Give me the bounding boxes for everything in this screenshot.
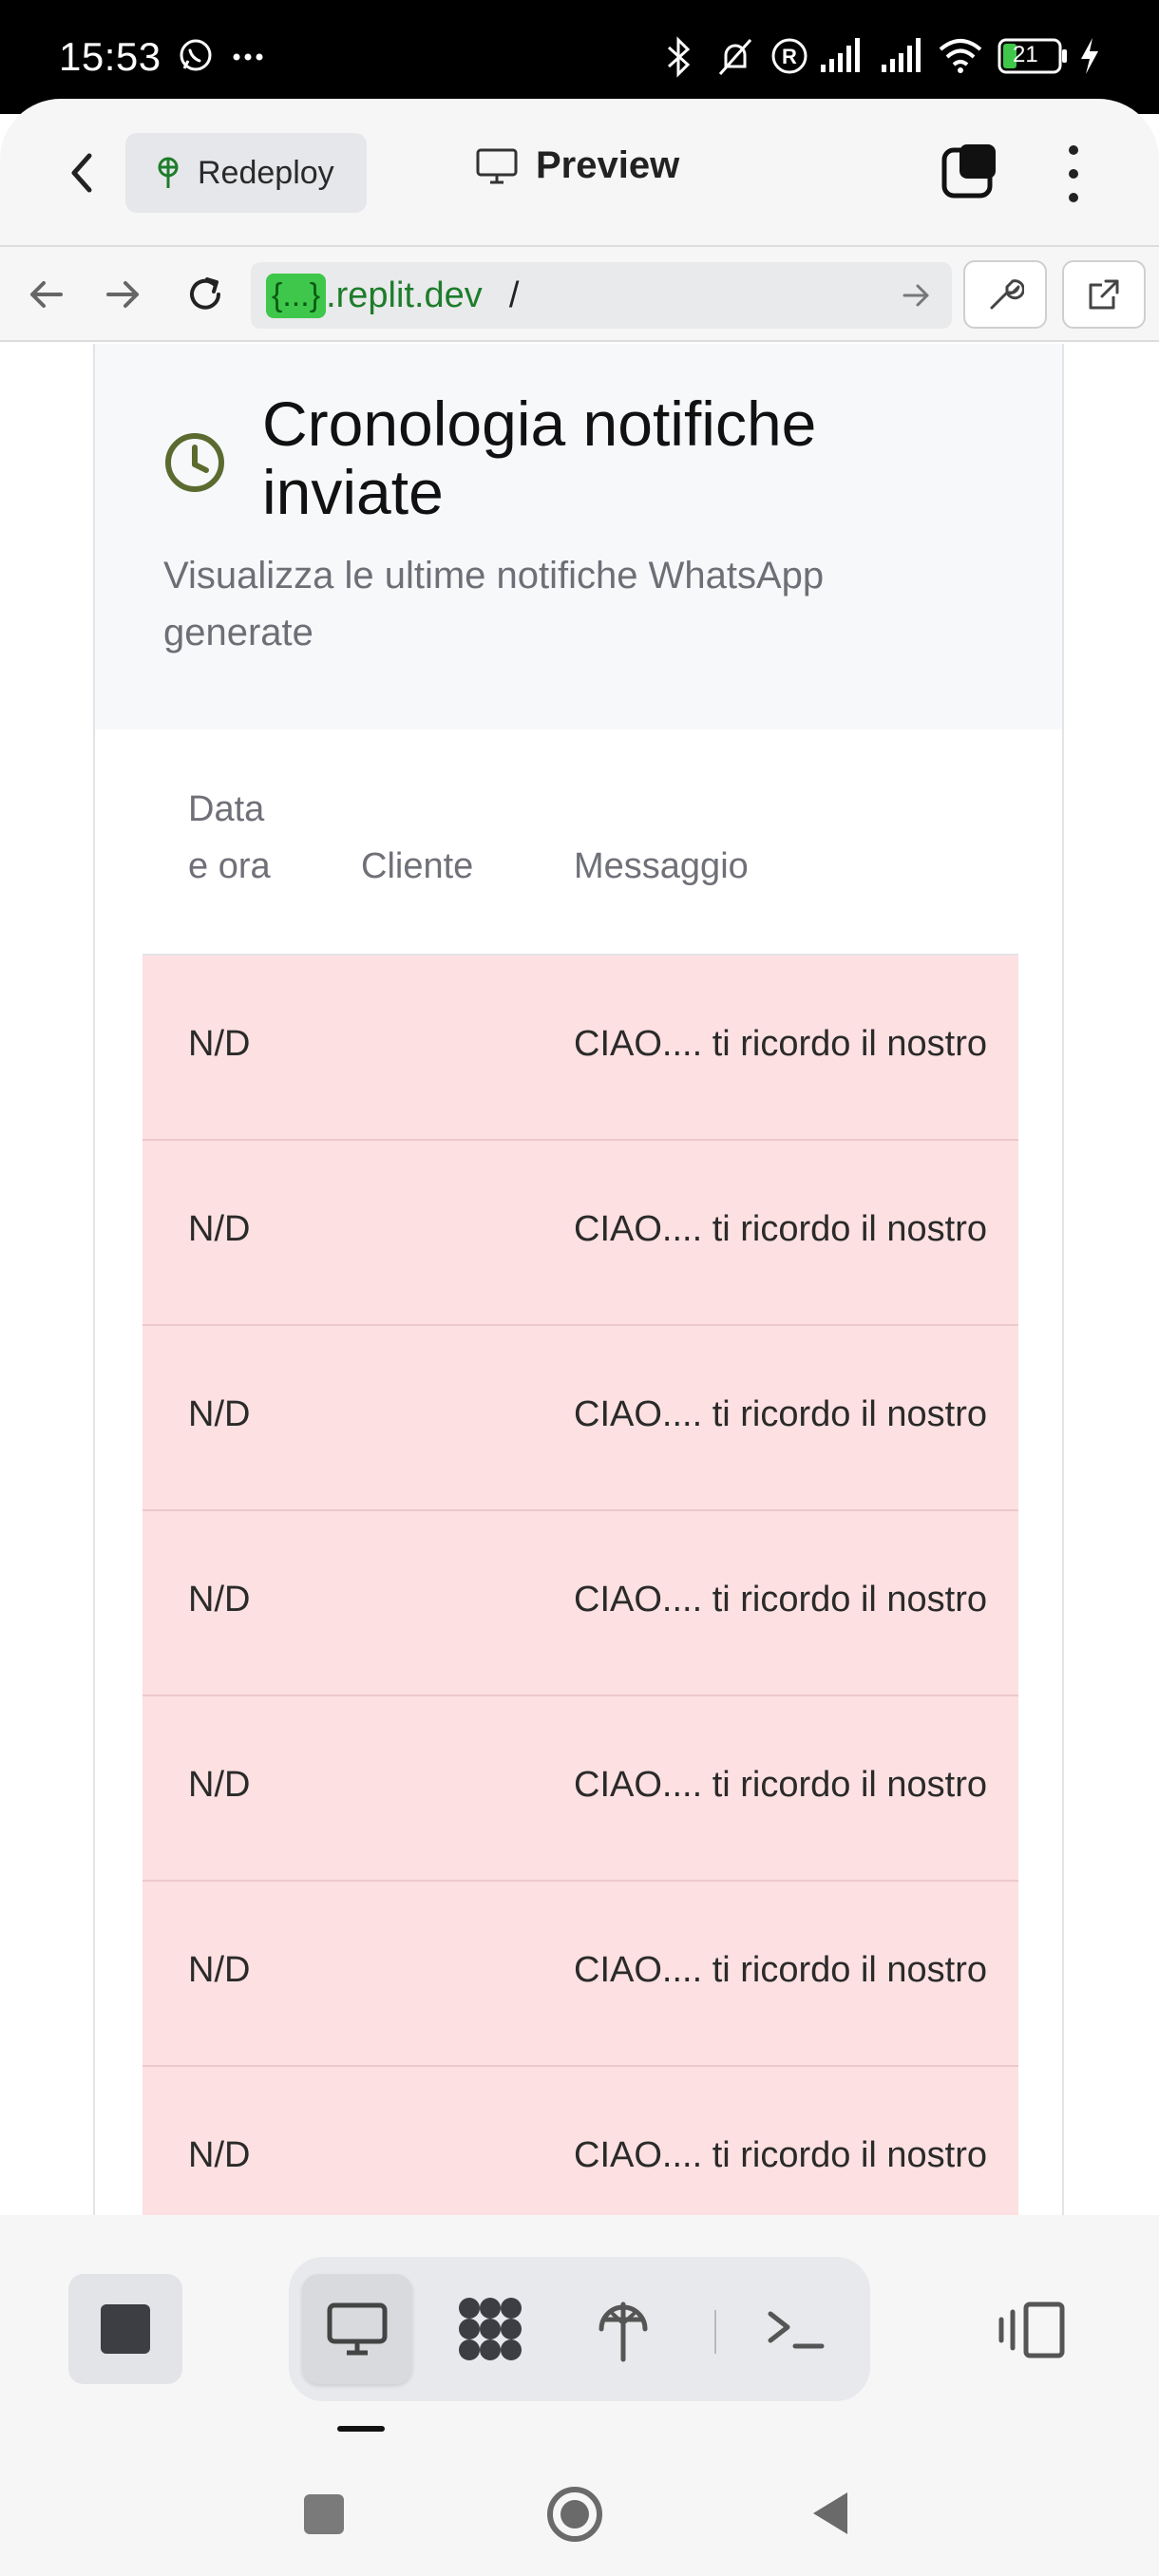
app-header: Redeploy Preview — [0, 99, 1159, 247]
cell-message: CIAO.... ti ricordo il nostro — [574, 1024, 988, 1064]
card-header: Cronologia notifiche inviate Visualizza … — [95, 344, 1062, 729]
external-link-icon — [1089, 279, 1119, 310]
monitor-icon — [327, 2302, 388, 2356]
cell-date: N/D — [188, 1209, 251, 1249]
tool-workflows[interactable] — [435, 2274, 545, 2384]
status-bar: 15:53 R 21 — [0, 0, 1159, 114]
battery-level: 21 — [1013, 42, 1038, 67]
recents-button[interactable] — [304, 2494, 344, 2534]
cell-date: N/D — [188, 1765, 251, 1805]
terminal-icon — [768, 2311, 825, 2349]
go-arrow-icon[interactable] — [901, 279, 933, 312]
bell-muted-icon — [718, 39, 752, 75]
column-header-date[interactable]: Data e ora — [188, 781, 293, 895]
wrench-icon — [990, 279, 1024, 310]
table-row[interactable]: N/D CIAO.... ti ricordo il nostro — [142, 1511, 1018, 1696]
devtools-button[interactable] — [963, 260, 1047, 329]
monitor-icon — [476, 148, 518, 183]
browser-back-icon[interactable] — [23, 272, 68, 317]
signal-icon — [821, 38, 860, 72]
browser-forward-icon[interactable] — [101, 272, 146, 317]
card-subtitle: Visualizza le ultime notifiche WhatsApp … — [163, 555, 825, 653]
open-external-button[interactable] — [1062, 260, 1146, 329]
card-title: Cronologia notifiche inviate — [262, 388, 817, 527]
workflows-icon — [459, 2298, 522, 2360]
cell-date: N/D — [188, 1394, 251, 1434]
home-button[interactable] — [545, 2485, 604, 2544]
notifications-card: Cronologia notifiche inviate Visualizza … — [93, 344, 1064, 2215]
redeploy-button[interactable]: Redeploy — [125, 133, 367, 213]
cell-message: CIAO.... ti ricordo il nostro — [574, 2135, 988, 2175]
charging-icon — [1081, 38, 1098, 74]
workspace-tools — [289, 2257, 870, 2401]
tool-preview[interactable] — [302, 2274, 412, 2384]
table-row[interactable]: N/D CIAO.... ti ricordo il nostro — [142, 956, 1018, 1141]
back-arrow-icon[interactable] — [57, 146, 110, 199]
system-back-button[interactable] — [808, 2489, 851, 2538]
url-path: / — [508, 275, 520, 315]
preview-tab[interactable]: Preview — [475, 144, 679, 187]
signal-2-icon — [882, 38, 921, 72]
tabs-switcher-icon[interactable] — [940, 141, 999, 199]
cell-date: N/D — [188, 1024, 251, 1064]
table-row[interactable]: N/D CIAO.... ti ricordo il nostro — [142, 1326, 1018, 1511]
kebab-menu-icon[interactable] — [1054, 141, 1092, 207]
whatsapp-icon — [180, 39, 212, 71]
cell-date: N/D — [188, 2135, 251, 2175]
tool-deployments[interactable] — [568, 2274, 678, 2384]
wifi-icon — [939, 39, 982, 73]
toolbar-divider — [714, 2310, 716, 2354]
registered-icon: R — [771, 38, 808, 74]
url-input[interactable]: {...} .replit.dev / — [251, 262, 952, 329]
tool-shell[interactable] — [741, 2274, 851, 2384]
cell-message: CIAO.... ti ricordo il nostro — [574, 1209, 988, 1249]
stop-icon — [101, 2304, 150, 2354]
preview-content: Cronologia notifiche inviate Visualizza … — [0, 344, 1159, 2215]
svg-text:R: R — [782, 45, 797, 68]
preview-label: Preview — [536, 144, 680, 186]
status-time: 15:53 — [59, 34, 162, 79]
cell-date: N/D — [188, 1580, 251, 1619]
more-dots-icon — [233, 53, 263, 61]
table-row[interactable]: N/D CIAO.... ti ricordo il nostro — [142, 1882, 1018, 2067]
table-row[interactable]: N/D CIAO.... ti ricordo il nostro — [142, 1141, 1018, 1326]
bluetooth-icon — [667, 36, 691, 78]
reload-icon[interactable] — [182, 272, 228, 317]
url-domain: .replit.dev — [326, 275, 483, 315]
deploy-icon — [158, 157, 179, 188]
clock-icon — [165, 433, 224, 492]
cell-date: N/D — [188, 1950, 251, 1990]
redeploy-label: Redeploy — [198, 154, 334, 191]
split-view-icon[interactable] — [998, 2301, 1068, 2359]
cell-message: CIAO.... ti ricordo il nostro — [574, 1580, 988, 1619]
url-chip: {...} — [266, 273, 327, 318]
column-header-message[interactable]: Messaggio — [574, 838, 749, 895]
table-header: Data e ora Cliente Messaggio — [142, 769, 1018, 956]
notifications-table: Data e ora Cliente Messaggio N/D CIAO...… — [142, 769, 1018, 2215]
table-row[interactable]: N/D CIAO.... ti ricordo il nostro — [142, 2067, 1018, 2215]
url-row: {...} .replit.dev / — [0, 247, 1159, 342]
cell-message: CIAO.... ti ricordo il nostro — [574, 1765, 988, 1805]
deploy-icon — [598, 2301, 648, 2362]
system-navigation — [0, 2451, 1159, 2576]
column-header-client[interactable]: Cliente — [361, 838, 473, 895]
cell-message: CIAO.... ti ricordo il nostro — [574, 1394, 988, 1434]
stop-button[interactable] — [68, 2274, 182, 2384]
cell-message: CIAO.... ti ricordo il nostro — [574, 1950, 988, 1990]
table-row[interactable]: N/D CIAO.... ti ricordo il nostro — [142, 1696, 1018, 1882]
active-tool-indicator — [337, 2426, 385, 2432]
